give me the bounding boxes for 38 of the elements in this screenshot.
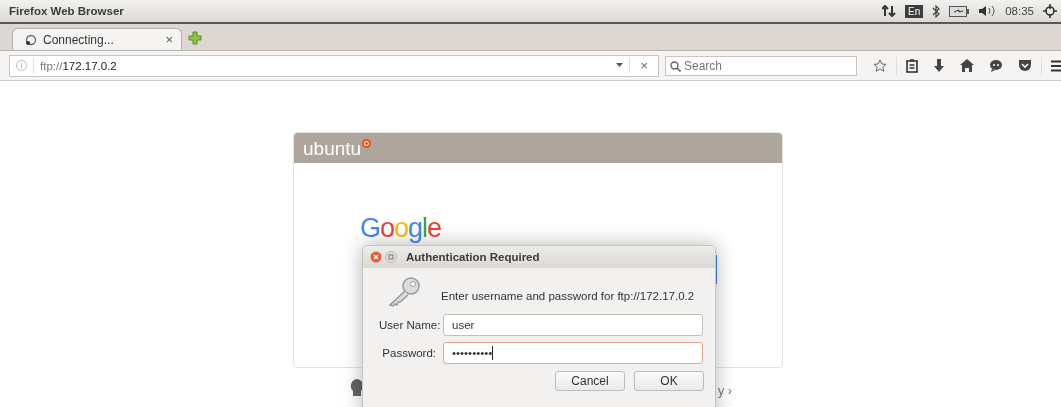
- input-field[interactable]: user: [443, 314, 703, 336]
- dialog-message: Enter username and password for ftp://172.17.0.2: [441, 290, 695, 302]
- window-title: Firefox Web Browser: [9, 5, 124, 17]
- bluetooth-icon[interactable]: [932, 4, 941, 18]
- keyboard-indicator[interactable]: En: [905, 4, 924, 18]
- menu-icon[interactable]: [1051, 59, 1061, 72]
- dialog-button[interactable]: Cancel: [555, 371, 625, 391]
- input-field[interactable]: ••••••••••: [443, 342, 703, 364]
- maximize-icon[interactable]: [385, 251, 397, 263]
- key-icon: [387, 277, 421, 307]
- download-icon[interactable]: [933, 58, 945, 73]
- chat-icon[interactable]: [989, 59, 1003, 72]
- battery-icon[interactable]: [949, 5, 970, 17]
- url-text: ftp://172.17.0.2: [40, 59, 118, 72]
- circle-of-friends-icon: [362, 139, 372, 148]
- tab-title: Connecting...: [43, 32, 115, 47]
- network-icon[interactable]: [882, 5, 896, 17]
- field-label: Password:: [381, 347, 436, 359]
- search-logo: Google: [360, 213, 442, 244]
- loading-icon: [25, 33, 37, 46]
- link-text[interactable]: y ›: [718, 384, 732, 398]
- pocket-icon[interactable]: [1018, 59, 1032, 72]
- volume-icon[interactable]: [978, 5, 997, 17]
- bookmark-star-icon[interactable]: [873, 58, 887, 73]
- close-icon[interactable]: [370, 251, 382, 263]
- search-field[interactable]: Search: [665, 55, 857, 76]
- clock[interactable]: 08:35: [1005, 5, 1034, 17]
- dropdown-icon[interactable]: [616, 63, 624, 68]
- tab-close-button[interactable]: ×: [165, 32, 173, 47]
- search-icon: [670, 60, 681, 72]
- dialog-title: Authentication Required: [406, 251, 540, 263]
- brand-name: ubuntu: [303, 139, 362, 159]
- clipboard-icon[interactable]: [906, 58, 918, 73]
- browser-tab[interactable]: Connecting... ×: [12, 28, 182, 50]
- clear-button[interactable]: ×: [636, 58, 652, 73]
- home-icon[interactable]: [960, 59, 974, 72]
- dialog-button[interactable]: OK: [634, 371, 704, 391]
- address-bar[interactable]: ftp://172.17.0.2 ×: [9, 54, 659, 77]
